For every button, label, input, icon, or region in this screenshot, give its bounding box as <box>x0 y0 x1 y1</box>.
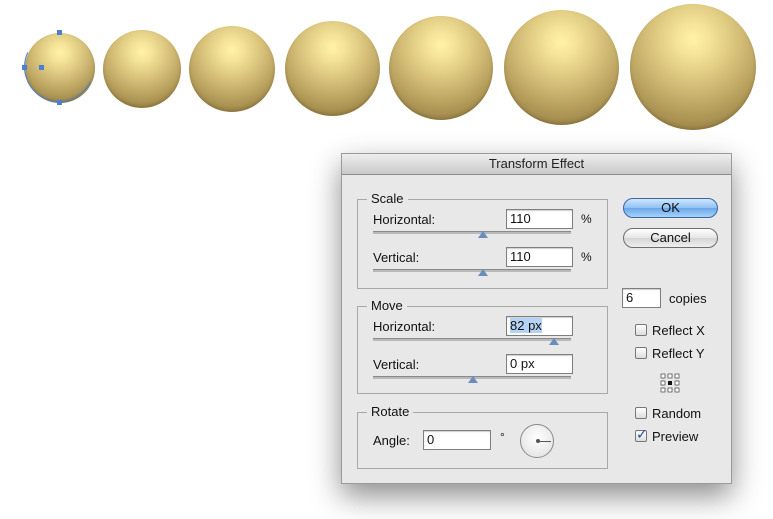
dialog-title: Transform Effect <box>342 154 731 175</box>
scale-horizontal-input[interactable]: 110 <box>506 209 573 229</box>
sphere-copy-2 <box>189 26 275 112</box>
move-horizontal-slider-thumb[interactable] <box>549 338 559 345</box>
copies-label: copies <box>669 291 707 306</box>
scale-horizontal-slider-thumb[interactable] <box>478 231 488 238</box>
scale-horizontal-slider[interactable] <box>373 231 571 234</box>
reflect-x-label: Reflect X <box>652 323 705 338</box>
scale-horizontal-label: Horizontal: <box>373 212 436 227</box>
preview-checkbox[interactable] <box>635 427 648 443</box>
move-group: Move Horizontal: 82 px Vertical: 0 px <box>357 298 608 394</box>
scale-horizontal-unit: % <box>581 212 592 226</box>
cancel-button[interactable]: Cancel <box>623 228 718 248</box>
anchor-handle-bottom[interactable] <box>57 100 62 105</box>
artboard <box>0 0 773 140</box>
reflect-x-checkbox[interactable] <box>635 324 647 336</box>
move-vertical-label: Vertical: <box>373 357 420 372</box>
random-label: Random <box>652 406 702 421</box>
degree-symbol: ° <box>500 430 505 444</box>
rotate-legend: Rotate <box>367 404 414 420</box>
ok-button[interactable]: OK <box>623 198 718 218</box>
random-checkbox[interactable] <box>635 407 647 419</box>
sphere-copy-5 <box>504 10 619 125</box>
angle-input[interactable]: 0 <box>423 430 491 450</box>
transform-effect-dialog: Transform Effect Scale Horizontal: 110 %… <box>341 153 732 484</box>
selection-path <box>14 22 104 112</box>
scale-vertical-label: Vertical: <box>373 250 420 265</box>
rotate-group: Rotate Angle: 0 ° <box>357 404 608 469</box>
anchor-handle-left[interactable] <box>22 65 27 70</box>
scale-vertical-slider[interactable] <box>373 269 571 272</box>
scale-vertical-unit: % <box>581 250 592 264</box>
move-legend: Move <box>367 298 407 314</box>
scale-legend: Scale <box>367 191 408 207</box>
move-horizontal-label: Horizontal: <box>373 319 436 334</box>
reflect-y-checkbox[interactable] <box>635 347 647 359</box>
sphere-copy-4 <box>389 16 493 120</box>
center-point[interactable] <box>39 65 44 70</box>
angle-dial-icon[interactable] <box>520 424 554 458</box>
move-vertical-input[interactable]: 0 px <box>506 354 573 374</box>
scale-group: Scale Horizontal: 110 % Vertical: 110 % <box>357 191 608 289</box>
reflect-y-label: Reflect Y <box>652 346 705 361</box>
move-horizontal-input[interactable]: 82 px <box>506 316 573 336</box>
copies-input[interactable]: 6 <box>622 288 661 308</box>
sphere-copy-1 <box>103 30 181 108</box>
move-horizontal-slider[interactable] <box>373 338 571 341</box>
anchor-handle-top[interactable] <box>57 30 62 35</box>
reference-point-grid-icon[interactable] <box>660 373 680 393</box>
move-vertical-slider-thumb[interactable] <box>468 376 478 383</box>
sphere-copy-3 <box>285 21 380 116</box>
preview-label: Preview <box>652 429 699 444</box>
scale-vertical-slider-thumb[interactable] <box>478 269 488 276</box>
angle-label: Angle: <box>373 433 410 448</box>
move-horizontal-selected-text: 82 px <box>510 318 542 333</box>
scale-vertical-input[interactable]: 110 <box>506 247 573 267</box>
sphere-copy-6 <box>630 4 756 130</box>
